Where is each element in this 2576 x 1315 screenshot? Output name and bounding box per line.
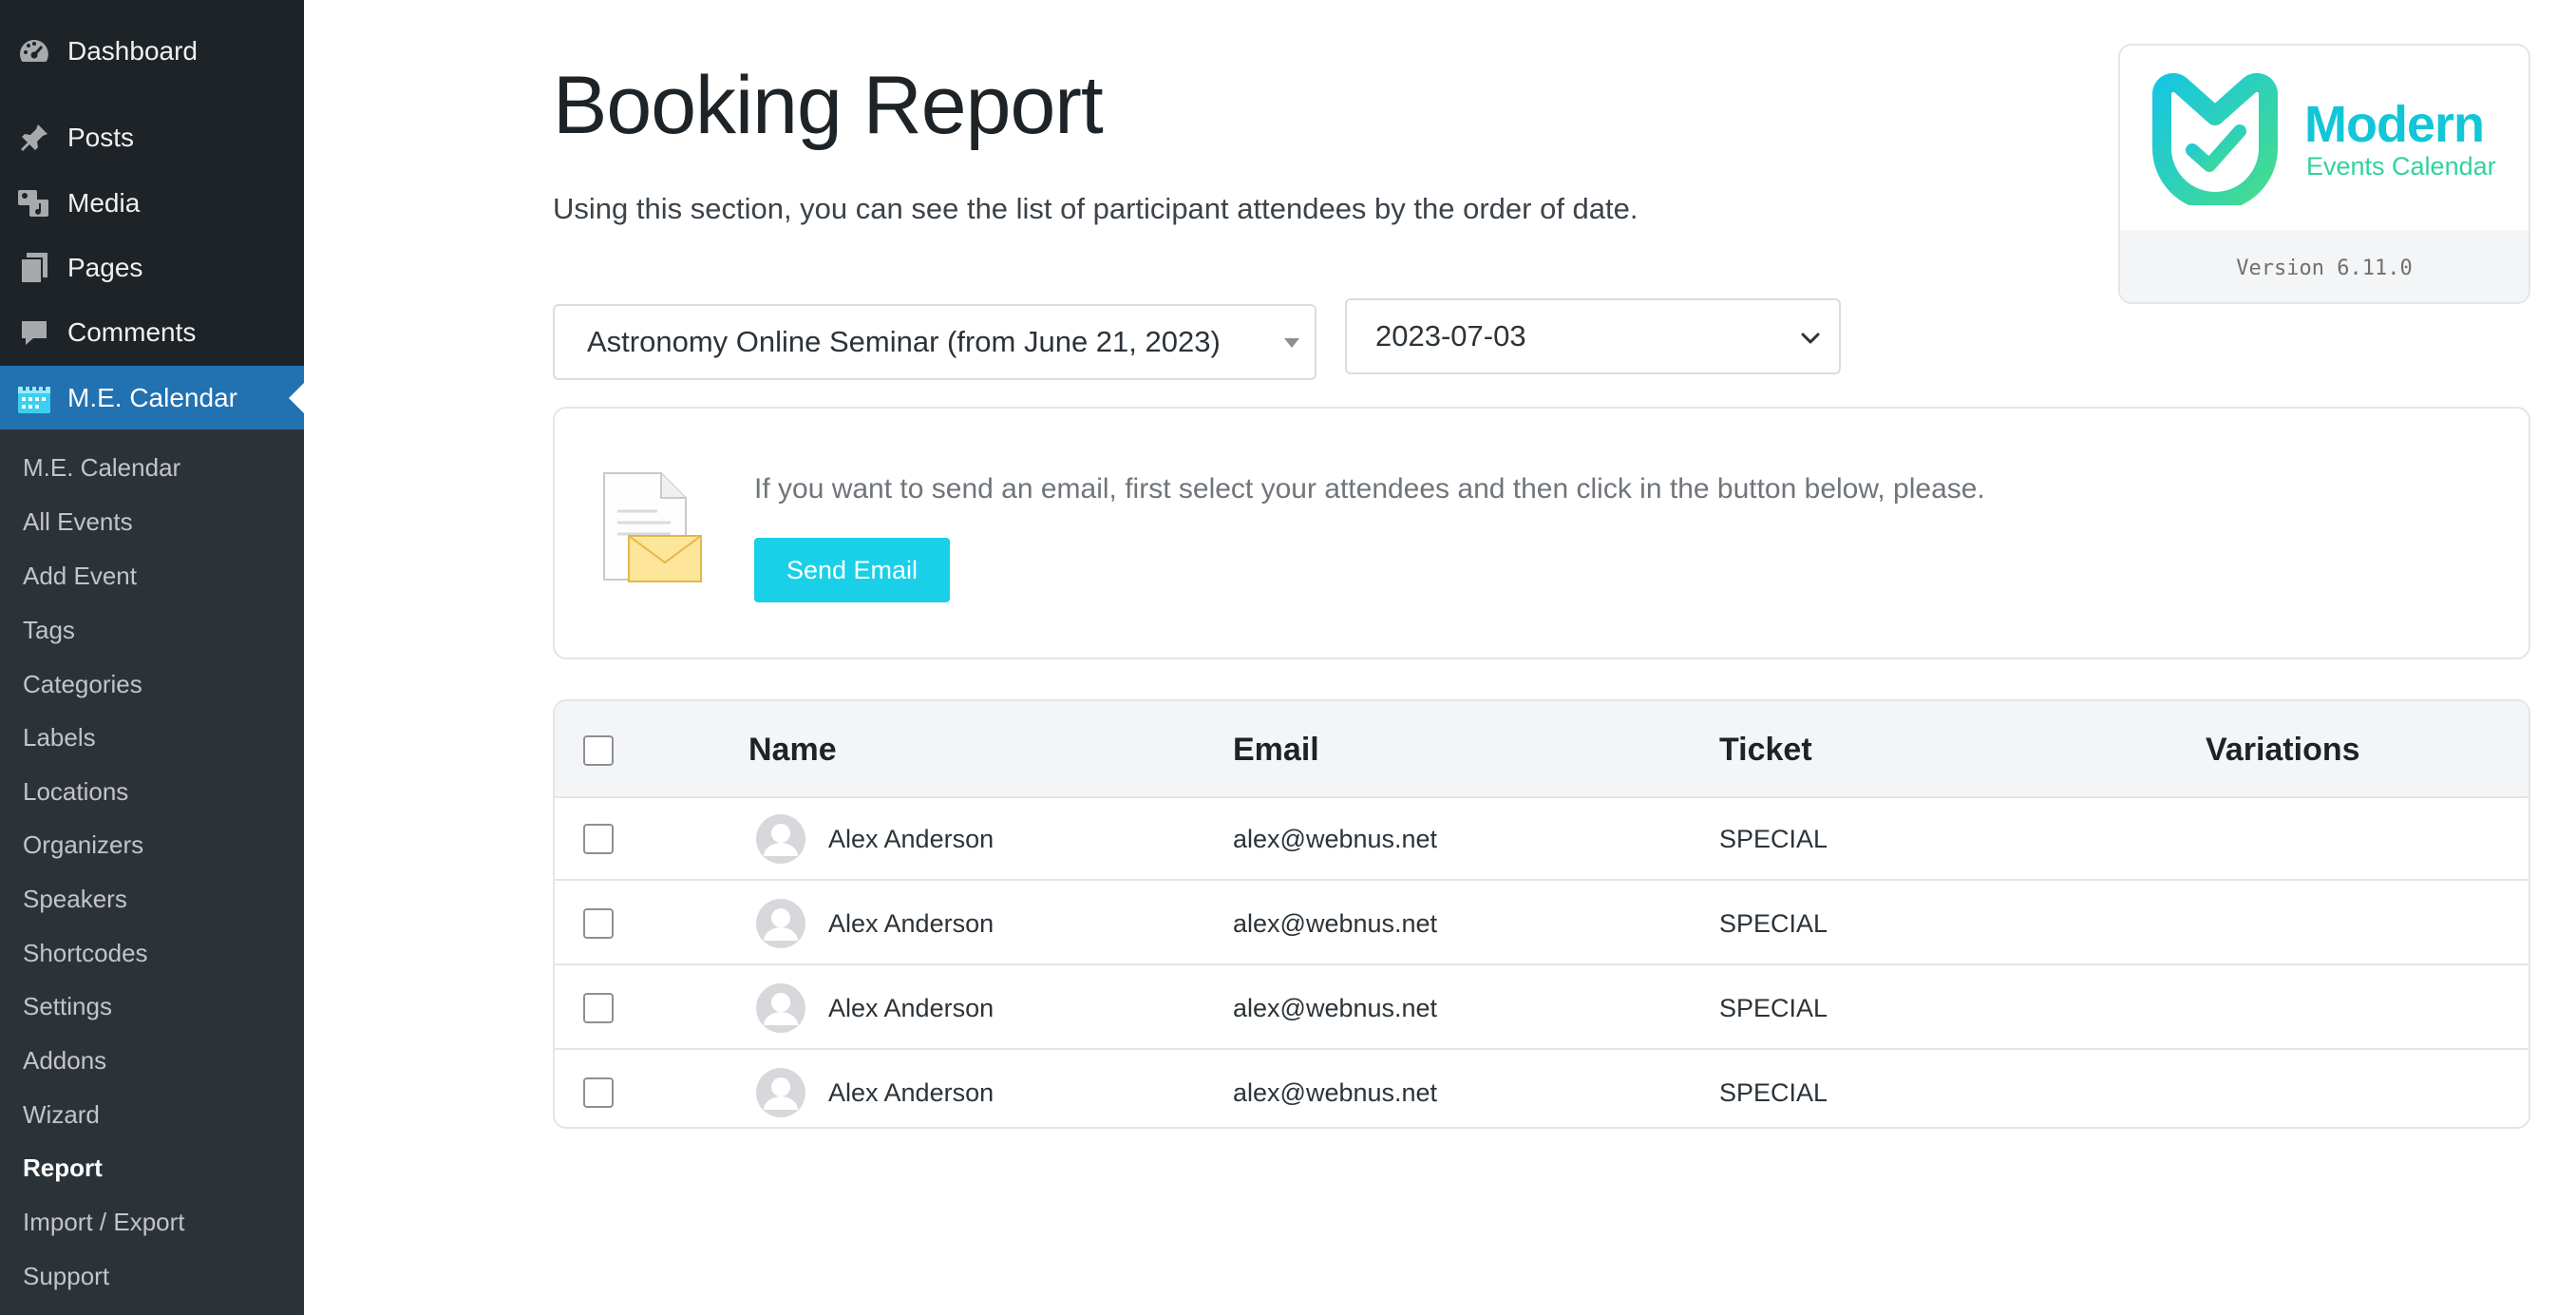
menu-label: M.E. Calendar xyxy=(67,383,237,412)
logo-wordmark-modern: Modern xyxy=(2304,96,2485,153)
column-header-variations: Variations xyxy=(2206,732,2360,768)
table-row: Alex Anderson alex@webnus.net SPECIAL xyxy=(555,883,2529,965)
send-email-button[interactable]: Send Email xyxy=(754,538,950,602)
attendee-name: Alex Anderson xyxy=(828,825,994,853)
logo-card: Modern Events Calendar Version 6.11.0 xyxy=(2118,44,2530,304)
dashboard-icon xyxy=(16,33,52,69)
avatar xyxy=(756,899,805,948)
me-calendar-submenu: M.E. Calendar All Events Add Event Tags … xyxy=(0,429,304,1315)
submenu-item-shortcodes[interactable]: Shortcodes xyxy=(23,939,148,968)
version-label: Version 6.11.0 xyxy=(2120,230,2529,302)
caret-down-icon xyxy=(1284,338,1299,348)
attendee-ticket: SPECIAL xyxy=(1719,994,1828,1022)
column-header-ticket: Ticket xyxy=(1719,732,1812,768)
submenu-item-settings[interactable]: Settings xyxy=(23,992,112,1021)
submenu-item-wizard[interactable]: Wizard xyxy=(23,1100,100,1130)
menu-label: Comments xyxy=(67,317,197,347)
attendee-email: alex@webnus.net xyxy=(1233,1078,1438,1107)
submenu-item-categories[interactable]: Categories xyxy=(23,670,142,699)
table-row: Alex Anderson alex@webnus.net SPECIAL xyxy=(555,1052,2529,1127)
menu-item-dashboard[interactable]: Dashboard xyxy=(0,19,304,84)
table-row: Alex Anderson alex@webnus.net SPECIAL xyxy=(555,798,2529,881)
logo-wordmark-subtitle: Events Calendar xyxy=(2306,152,2496,181)
pin-icon xyxy=(16,120,52,156)
menu-item-posts[interactable]: Posts xyxy=(0,105,304,170)
attendee-email: alex@webnus.net xyxy=(1233,994,1438,1022)
menu-label: Media xyxy=(67,188,141,218)
row-checkbox[interactable] xyxy=(583,908,614,939)
page-description: Using this section, you can see the list… xyxy=(553,192,1638,225)
table-header: Name Email Ticket Variations xyxy=(555,701,2529,798)
mec-logo-icon xyxy=(2152,72,2278,205)
document-email-icon xyxy=(603,472,702,582)
submenu-item-tags[interactable]: Tags xyxy=(23,616,75,645)
row-checkbox[interactable] xyxy=(583,1077,614,1108)
menu-item-media[interactable]: Media xyxy=(0,171,304,236)
submenu-item-report[interactable]: Report xyxy=(23,1153,103,1183)
email-instructions: If you want to send an email, first sele… xyxy=(754,473,1985,505)
page-title: Booking Report xyxy=(553,60,1104,151)
date-select-value: 2023-07-03 xyxy=(1375,319,1526,353)
attendee-ticket: SPECIAL xyxy=(1719,825,1828,853)
chevron-down-icon xyxy=(1801,333,1820,344)
pages-icon xyxy=(16,250,52,286)
menu-item-comments[interactable]: Comments xyxy=(0,300,304,365)
event-select[interactable]: Astronomy Online Seminar (from June 21, … xyxy=(553,304,1316,380)
submenu-item-organizers[interactable]: Organizers xyxy=(23,830,143,860)
submenu-item-labels[interactable]: Labels xyxy=(23,723,96,753)
attendee-name: Alex Anderson xyxy=(828,909,994,938)
calendar-icon xyxy=(16,380,52,416)
active-indicator xyxy=(289,383,304,413)
email-panel: If you want to send an email, first sele… xyxy=(553,407,2530,659)
date-select[interactable]: 2023-07-03 xyxy=(1345,298,1841,374)
select-all-checkbox[interactable] xyxy=(583,735,614,766)
attendee-ticket: SPECIAL xyxy=(1719,909,1828,938)
logo: Modern Events Calendar xyxy=(2120,46,2529,230)
attendees-table: Name Email Ticket Variations Alex Anders… xyxy=(553,699,2530,1129)
submenu-item-add-event[interactable]: Add Event xyxy=(23,562,137,591)
submenu-item-all-events[interactable]: All Events xyxy=(23,507,133,537)
row-checkbox[interactable] xyxy=(583,824,614,854)
row-checkbox[interactable] xyxy=(583,993,614,1023)
avatar xyxy=(756,1068,805,1117)
menu-label: Pages xyxy=(67,253,143,282)
attendee-name: Alex Anderson xyxy=(828,1078,994,1107)
event-select-value: Astronomy Online Seminar (from June 21, … xyxy=(587,325,1221,358)
submenu-item-speakers[interactable]: Speakers xyxy=(23,885,127,914)
attendee-email: alex@webnus.net xyxy=(1233,909,1438,938)
attendee-ticket: SPECIAL xyxy=(1719,1078,1828,1107)
media-icon xyxy=(16,185,52,221)
submenu-item-me-calendar[interactable]: M.E. Calendar xyxy=(23,453,180,483)
submenu-item-support[interactable]: Support xyxy=(23,1262,109,1291)
table-row: Alex Anderson alex@webnus.net SPECIAL xyxy=(555,967,2529,1050)
menu-label: Posts xyxy=(67,123,135,152)
column-header-email: Email xyxy=(1233,732,1319,768)
avatar xyxy=(756,983,805,1033)
avatar xyxy=(756,814,805,864)
menu-item-me-calendar[interactable]: M.E. Calendar xyxy=(0,366,304,430)
menu-label: Dashboard xyxy=(67,36,198,66)
submenu-item-addons[interactable]: Addons xyxy=(23,1046,106,1076)
submenu-item-locations[interactable]: Locations xyxy=(23,777,128,807)
menu-item-pages[interactable]: Pages xyxy=(0,236,304,300)
submenu-item-import-export[interactable]: Import / Export xyxy=(23,1208,185,1237)
attendee-email: alex@webnus.net xyxy=(1233,825,1438,853)
admin-sidebar: Dashboard Posts Media Pages Comments M.E… xyxy=(0,0,304,1315)
column-header-name: Name xyxy=(748,732,837,768)
attendee-name: Alex Anderson xyxy=(828,994,994,1022)
comment-icon xyxy=(16,314,52,351)
